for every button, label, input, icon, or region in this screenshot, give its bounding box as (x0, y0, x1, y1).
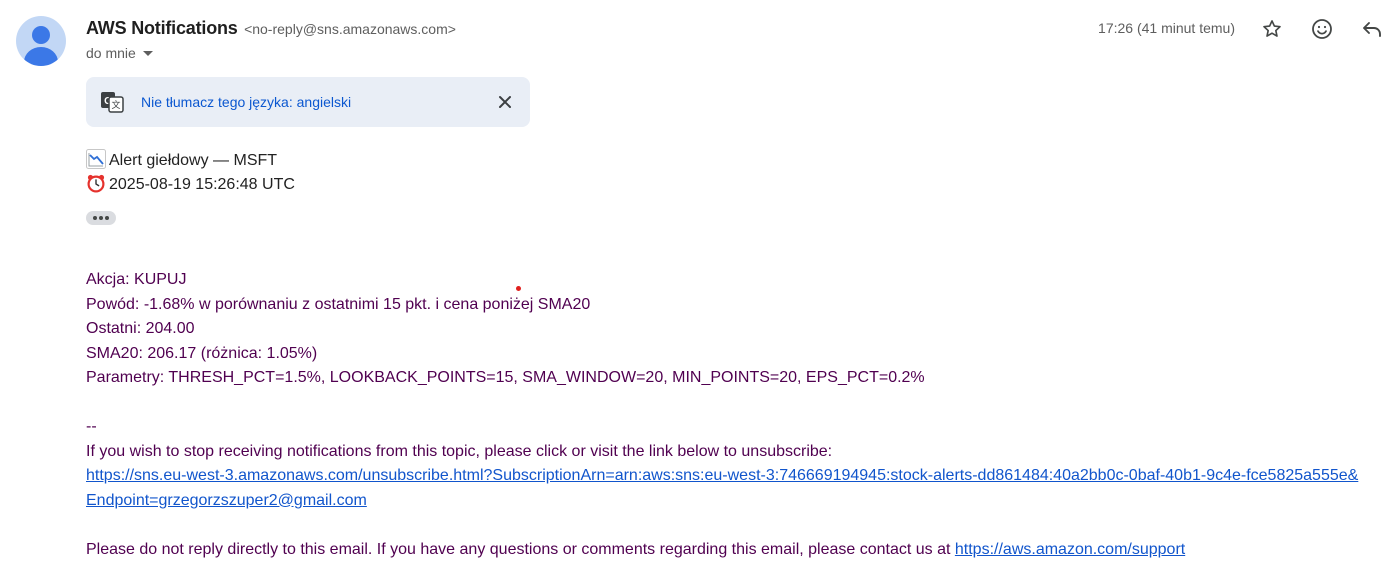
alert-datetime-line: 2025-08-19 15:26:48 UTC (86, 173, 295, 197)
ellipsis-dot (99, 216, 103, 220)
dont-translate-link[interactable]: Nie tłumacz tego języka: angielski (141, 94, 351, 110)
unsubscribe-link-endpoint[interactable]: Endpoint=grzegorzszuper2@gmail.com (86, 492, 367, 509)
translate-banner: G 文 Nie tłumacz tego języka: angielski (86, 77, 530, 127)
alert-header: Alert giełdowy — MSFT 2025-08-19 15:26:4… (86, 149, 295, 197)
alert-title: Alert giełdowy — MSFT (109, 152, 278, 169)
footer-line: Please do not reply directly to this ema… (86, 538, 1358, 563)
show-trimmed-content-button[interactable] (86, 211, 116, 225)
caret-down-icon (142, 51, 153, 56)
footer-text: Please do not reply directly to this ema… (86, 540, 955, 558)
signature-separator: -- (86, 418, 97, 435)
chart-decreasing-icon (86, 149, 106, 169)
unsubscribe-link-line-2: Endpoint=grzegorzszuper2@gmail.com (86, 489, 1358, 514)
cursor-dot (516, 286, 521, 291)
svg-text:文: 文 (111, 99, 120, 110)
email-body: Akcja: KUPUJ Powód: -1.68% w porównaniu … (86, 268, 1358, 562)
ellipsis-dot (93, 216, 97, 220)
body-sma: SMA20: 206.17 (różnica: 1.05%) (86, 344, 318, 362)
sender-avatar[interactable] (16, 16, 66, 66)
recipient-dropdown[interactable]: do mnie (86, 45, 153, 61)
sender-email: <no-reply@sns.amazonaws.com> (244, 21, 456, 37)
support-link[interactable]: https://aws.amazon.com/support (955, 541, 1185, 558)
unsubscribe-link-line-1: https://sns.eu-west-3.amazonaws.com/unsu… (86, 464, 1358, 489)
alert-datetime: 2025-08-19 15:26:48 UTC (109, 176, 295, 193)
avatar-head-shape (32, 26, 50, 44)
reply-icon[interactable] (1359, 16, 1385, 42)
avatar-body-shape (24, 47, 58, 66)
close-icon[interactable] (494, 91, 516, 113)
unsubscribe-link[interactable]: https://sns.eu-west-3.amazonaws.com/unsu… (86, 467, 1358, 484)
email-timestamp: 17:26 (41 minut temu) (1098, 20, 1235, 36)
emoji-icon[interactable] (1309, 16, 1335, 42)
ellipsis-dot (105, 216, 109, 220)
star-icon[interactable] (1259, 16, 1285, 42)
sender-line: AWS Notifications <no-reply@sns.amazonaw… (86, 18, 456, 39)
alert-title-line: Alert giełdowy — MSFT (86, 149, 295, 173)
recipient-label: do mnie (86, 45, 136, 61)
unsubscribe-text: If you wish to stop receiving notificati… (86, 442, 833, 460)
sender-name[interactable]: AWS Notifications (86, 18, 238, 38)
body-reason: Powód: -1.68% w porównaniu z ostatnimi 1… (86, 295, 591, 313)
alarm-clock-icon (86, 173, 106, 193)
body-action: Akcja: KUPUJ (86, 271, 187, 288)
translate-icon: G 文 (100, 91, 124, 113)
body-last-price: Ostatni: 204.00 (86, 320, 195, 337)
body-params: Parametry: THRESH_PCT=1.5%, LOOKBACK_POI… (86, 369, 925, 386)
